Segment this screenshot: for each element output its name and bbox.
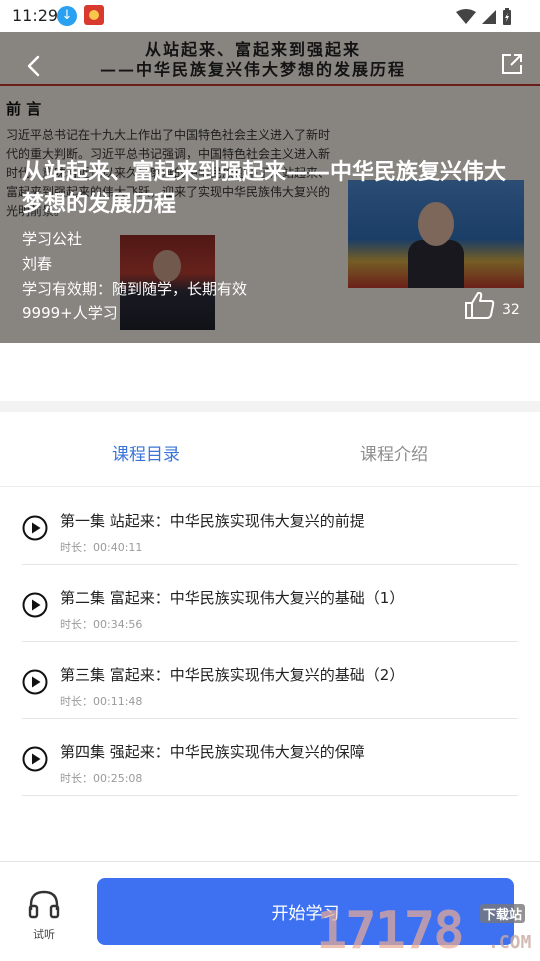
course-title: 从站起来、富起来到强起来——中华民族复兴伟大梦想的发展历程 [22,160,507,217]
thumbs-up-icon [465,291,495,319]
tab-catalog[interactable]: 课程目录 [112,440,180,465]
battery-icon [503,7,511,25]
episode-title: 第三集 富起来：中华民族实现伟大复兴的基础（2） [60,666,405,684]
status-icons [455,6,512,26]
list-item[interactable]: 第四集 强起来：中华民族实现伟大复兴的保障 时长：00:25:08 [22,718,518,796]
play-icon [22,669,48,695]
episode-duration: 时长：00:40:11 [60,541,143,554]
episode-duration: 时长：00:11:48 [60,695,143,708]
watermark-number: 17178 [316,901,465,961]
download-notification-icon: ↓ [57,6,77,26]
course-validity: 学习有效期：随到随学，长期有效 [22,280,248,298]
site-watermark: 17178 下载站 .COM [316,898,540,960]
section-divider [0,401,540,412]
course-author: 刘春 [22,255,53,273]
list-item[interactable]: 第二集 富起来：中华民族实现伟大复兴的基础（1） 时长：00:34:56 [22,564,518,642]
listen-button[interactable]: 试听 [26,888,62,941]
episode-title: 第一集 站起来：中华民族实现伟大复兴的前提 [60,512,365,530]
episode-title: 第二集 富起来：中华民族实现伟大复兴的基础（1） [60,589,405,607]
wifi-icon [455,8,476,24]
play-icon [22,515,48,541]
list-item[interactable]: 第三集 富起来：中华民族实现伟大复兴的基础（2） 时长：00:11:48 [22,641,518,719]
course-learners: 9999+人学习 [22,304,118,322]
play-icon [22,746,48,772]
headphones-icon [28,890,60,919]
course-tabs: 课程目录 课程介绍 [0,412,540,487]
play-icon [22,592,48,618]
listen-label: 试听 [33,928,55,941]
watermark-tag: 下载站 [480,904,526,923]
like-count: 32 [502,302,520,318]
status-bar: 11:29 ↓ [0,0,540,32]
course-publisher: 学习公社 [22,230,83,248]
episode-duration: 时长：00:25:08 [60,772,143,785]
episode-title: 第四集 强起来：中华民族实现伟大复兴的保障 [60,743,365,761]
list-item[interactable]: 第一集 站起来：中华民族实现伟大复兴的前提 时长：00:40:11 [22,487,518,565]
share-icon[interactable] [500,52,524,76]
signal-icon [481,9,496,24]
status-time: 11:29 [12,6,59,25]
app-notification-icon [84,5,104,25]
tab-intro[interactable]: 课程介绍 [360,440,428,465]
episode-duration: 时长：00:34:56 [60,618,143,631]
watermark-domain: .COM [488,932,532,953]
back-icon[interactable] [20,52,48,80]
course-cover: 从站起来、富起来到强起来 ——中华民族复兴伟大梦想的发展历程 前 言 习近平总书… [0,32,540,343]
